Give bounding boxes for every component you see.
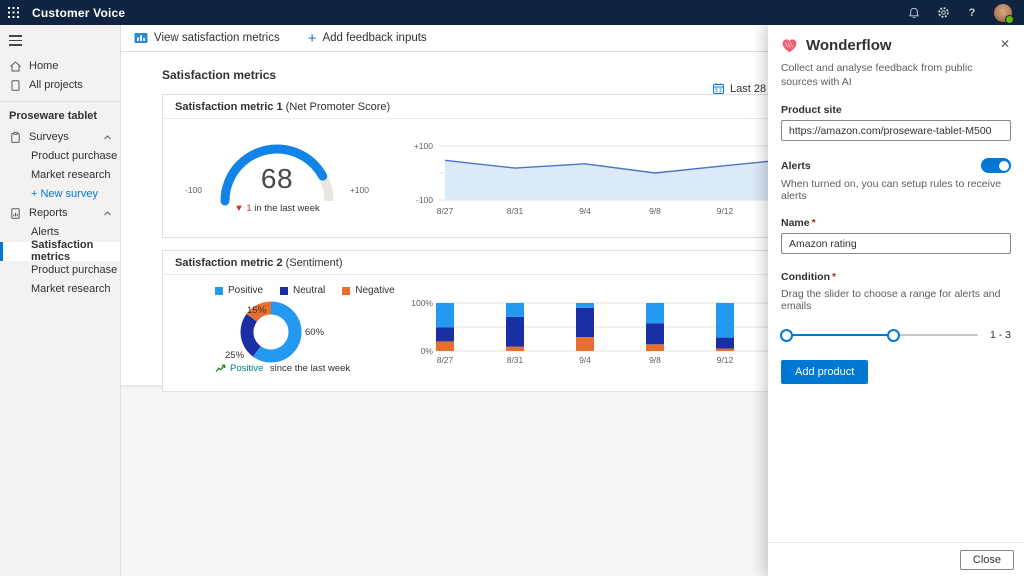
svg-text:9/4: 9/4 — [579, 355, 591, 365]
nps-trend-chart: +100 -100 8/27 8/31 9/4 9/8 9/12 — [393, 136, 773, 224]
svg-text:8/31: 8/31 — [507, 355, 524, 365]
close-button[interactable]: Close — [960, 550, 1014, 570]
name-label: Name* — [781, 217, 1011, 229]
settings-gear-icon[interactable] — [936, 6, 950, 20]
slider-thumb-max[interactable] — [887, 329, 900, 342]
sidebar-group-label: Surveys — [29, 131, 69, 143]
slider-fill — [781, 334, 893, 336]
nps-delta: ▼ 1 in the last week — [171, 203, 383, 214]
sidebar-item-market-research-report[interactable]: Market research — [0, 280, 120, 299]
waffle-icon — [8, 7, 19, 18]
chevron-up-icon — [103, 133, 112, 142]
report-icon — [9, 207, 22, 220]
donut-label-negative: 15% — [247, 305, 266, 316]
trend-up-arrow-icon — [215, 364, 226, 373]
svg-text:100%: 100% — [411, 298, 433, 308]
wonderflow-panel: Wonderflow ✕ Collect and analyse feedbac… — [768, 25, 1024, 576]
panel-title: Wonderflow — [806, 37, 892, 54]
wonderflow-logo-icon — [781, 38, 798, 54]
sidebar-item-satisfaction-metrics[interactable]: Satisfaction metrics — [0, 242, 120, 261]
slider-thumb-min[interactable] — [780, 329, 793, 342]
nps-gauge: 68 -100 +100 ▼ 1 in the last week — [171, 119, 383, 237]
required-mark: * — [832, 271, 836, 283]
sidebar-divider — [0, 101, 120, 102]
sidebar-item-all-projects[interactable]: All projects — [0, 76, 120, 95]
sentiment-bar-chart: 100% 0%8/27 8/31 9/4 9/8 9/12 — [393, 291, 773, 379]
panel-subtitle: Collect and analyse feedback from public… — [781, 62, 1011, 89]
add-feedback-inputs-button[interactable]: + Add feedback inputs — [308, 31, 427, 46]
sidebar-group-surveys[interactable]: Surveys — [0, 128, 120, 147]
alerts-toggle[interactable] — [981, 158, 1011, 173]
document-icon — [9, 79, 22, 92]
svg-text:9/8: 9/8 — [649, 355, 661, 365]
app-launcher-icon[interactable] — [0, 0, 26, 25]
svg-text:8/27: 8/27 — [437, 206, 454, 216]
metrics-chart-icon — [134, 32, 148, 44]
sidebar-item-market-research-survey[interactable]: Market research — [0, 166, 120, 185]
slider-range-value: 1 - 3 — [990, 329, 1011, 341]
sidebar-group-reports[interactable]: Reports — [0, 204, 120, 223]
view-satisfaction-metrics-button[interactable]: View satisfaction metrics — [134, 32, 280, 44]
sidebar: Home All projects Proseware tablet Surve… — [0, 25, 121, 576]
topbar-actions: ? — [907, 4, 1024, 22]
donut-label-positive: 60% — [305, 327, 324, 338]
svg-text:9/12: 9/12 — [717, 355, 734, 365]
sidebar-group-label: Reports — [29, 207, 68, 219]
condition-range-slider[interactable] — [781, 328, 978, 342]
sentiment-trend-note: Positive since the last week — [215, 363, 350, 374]
name-input[interactable] — [781, 233, 1011, 254]
negative-swatch — [342, 287, 350, 295]
svg-text:8/31: 8/31 — [507, 206, 524, 216]
user-avatar[interactable] — [994, 4, 1012, 22]
app-title: Customer Voice — [32, 6, 125, 20]
sidebar-item-new-survey[interactable]: + New survey — [0, 185, 120, 204]
positive-swatch — [215, 287, 223, 295]
legend-item-neutral: Neutral — [280, 285, 325, 296]
sidebar-item-label: Home — [29, 60, 58, 72]
sidebar-item-product-purchase-survey[interactable]: Product purchase — [0, 147, 120, 166]
svg-text:+100: +100 — [414, 141, 433, 151]
legend-item-negative: Negative — [342, 285, 394, 296]
product-site-label: Product site — [781, 104, 1011, 116]
chevron-up-icon — [103, 209, 112, 218]
top-bar: Customer Voice ? — [0, 0, 1024, 25]
svg-text:-100: -100 — [416, 195, 433, 205]
svg-text:9/4: 9/4 — [579, 206, 591, 216]
gauge-max-label: +100 — [350, 185, 369, 195]
gauge-min-label: -100 — [185, 185, 202, 195]
donut-label-neutral: 25% — [225, 350, 244, 361]
panel-footer: Close — [768, 542, 1024, 576]
hamburger-menu-icon[interactable] — [0, 25, 120, 57]
plus-icon: + — [308, 31, 317, 46]
condition-description: Drag the slider to choose a range for al… — [781, 288, 1011, 312]
sidebar-item-home[interactable]: Home — [0, 57, 120, 76]
alerts-label: Alerts — [781, 160, 811, 172]
svg-text:0%: 0% — [421, 346, 434, 356]
help-icon[interactable]: ? — [965, 6, 979, 20]
svg-text:9/12: 9/12 — [717, 206, 734, 216]
product-site-input[interactable] — [781, 120, 1011, 141]
neutral-swatch — [280, 287, 288, 295]
calendar-icon — [712, 82, 725, 95]
panel-header: Wonderflow — [781, 37, 1011, 54]
svg-text:9/8: 9/8 — [649, 206, 661, 216]
clipboard-icon — [9, 131, 22, 144]
add-product-button[interactable]: Add product — [781, 360, 868, 384]
legend-item-positive: Positive — [215, 285, 263, 296]
required-mark: * — [812, 217, 816, 229]
screen: Customer Voice ? Home All projects Prose… — [0, 0, 1024, 576]
condition-label: Condition* — [781, 271, 1011, 283]
alerts-description: When turned on, you can setup rules to r… — [781, 178, 1011, 202]
notifications-bell-icon[interactable] — [907, 6, 921, 20]
sentiment-legend: Positive Neutral Negative — [215, 285, 395, 296]
close-icon[interactable]: ✕ — [996, 35, 1014, 53]
down-triangle-icon: ▼ — [234, 203, 243, 214]
sidebar-item-product-purchase-report[interactable]: Product purchase — [0, 261, 120, 280]
project-name: Proseware tablet — [0, 108, 120, 128]
sidebar-item-label: All projects — [29, 79, 83, 91]
svg-text:8/27: 8/27 — [437, 355, 454, 365]
home-icon — [9, 60, 22, 73]
